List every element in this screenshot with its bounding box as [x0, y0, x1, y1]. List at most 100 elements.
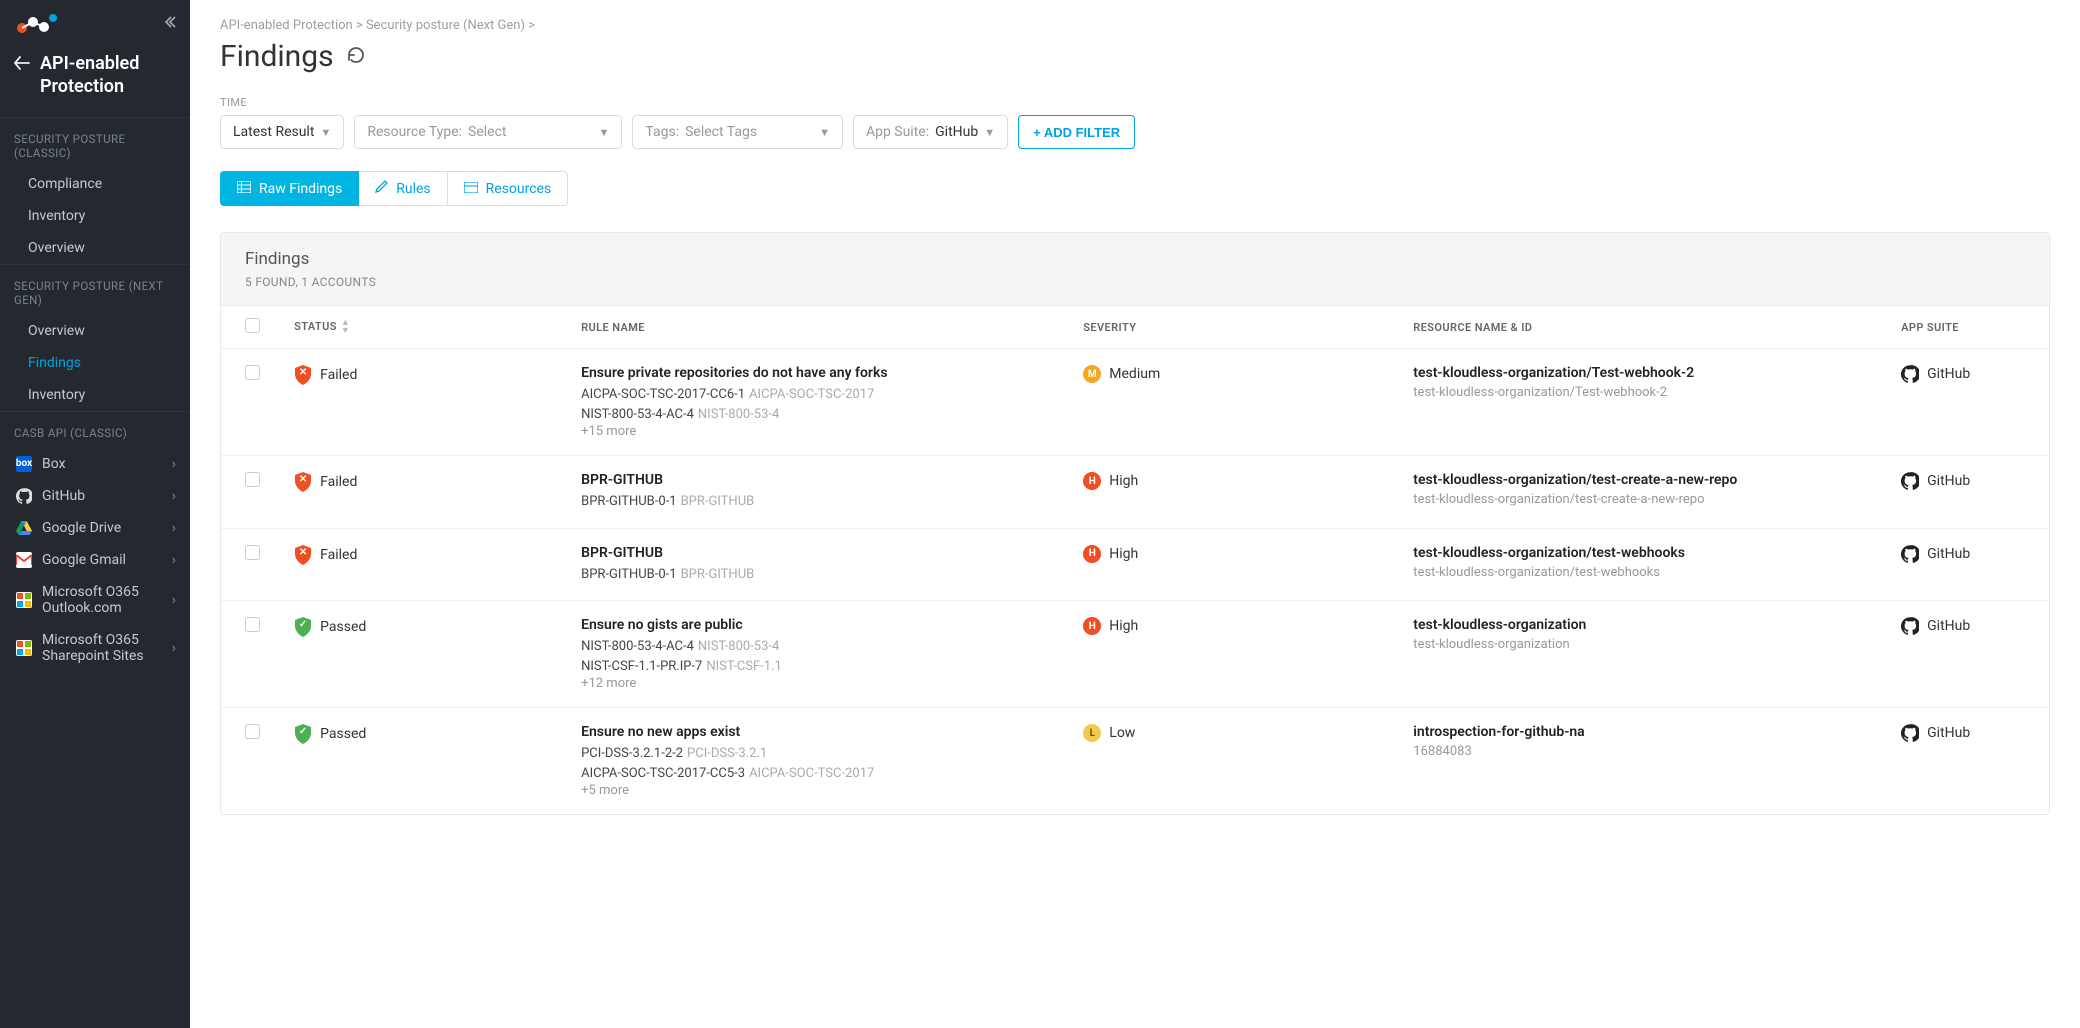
sidebar-item-box[interactable]: boxBox›	[0, 448, 190, 480]
sidebar-section-label: CASB API (CLASSIC)	[0, 411, 190, 448]
table-row[interactable]: ✕FailedBPR-GITHUBBPR-GITHUB-0-1BPR-GITHU…	[221, 528, 2049, 601]
chevron-down-icon: ▼	[599, 126, 610, 139]
table-row[interactable]: ✕FailedEnsure private repositories do no…	[221, 349, 2049, 456]
table-icon	[237, 181, 251, 197]
rule-title: Ensure no gists are public	[581, 617, 1063, 633]
table-row[interactable]: ✓PassedEnsure no gists are publicNIST-80…	[221, 601, 2049, 708]
column-status[interactable]: STATUS▲▼	[284, 306, 571, 349]
sidebar-item-microsoft-o365-outlook-com[interactable]: Microsoft O365 Outlook.com›	[0, 576, 190, 624]
filter-bar: Latest Result ▼ Resource Type: Select ▼ …	[220, 115, 2050, 149]
row-checkbox[interactable]	[245, 724, 260, 739]
sidebar-item-label: GitHub	[42, 488, 172, 504]
tab-rules[interactable]: Rules	[359, 171, 447, 206]
severity-text: High	[1109, 618, 1138, 634]
resource-type-filter[interactable]: Resource Type: Select ▼	[354, 115, 622, 149]
sidebar-item-label: Overview	[28, 323, 176, 339]
row-checkbox[interactable]	[245, 545, 260, 560]
chevron-right-icon: ›	[172, 640, 176, 656]
sidebar-item-compliance[interactable]: Compliance	[0, 168, 190, 200]
sidebar-item-label: Compliance	[28, 176, 176, 192]
sidebar-item-label: Microsoft O365 Sharepoint Sites	[42, 632, 172, 664]
tab-raw-findings[interactable]: Raw Findings	[220, 171, 359, 206]
column-rule[interactable]: RULE NAME	[571, 306, 1073, 349]
tab-resources[interactable]: Resources	[448, 171, 569, 206]
sidebar-item-google-gmail[interactable]: Google Gmail›	[0, 544, 190, 576]
card-icon	[464, 181, 478, 197]
tab-label: Raw Findings	[259, 181, 342, 197]
logo	[14, 12, 58, 36]
github-icon	[1901, 724, 1919, 742]
sidebar-item-overview[interactable]: Overview	[0, 232, 190, 264]
rule-title: Ensure no new apps exist	[581, 724, 1063, 740]
tab-label: Resources	[486, 181, 552, 197]
resource-name: test-kloudless-organization/test-webhook…	[1413, 545, 1881, 561]
severity-badge: M	[1083, 365, 1101, 383]
suite-text: GitHub	[1927, 618, 1970, 634]
sidebar-item-findings[interactable]: Findings	[0, 347, 190, 379]
collapse-sidebar-icon[interactable]	[162, 15, 176, 33]
status-text: Failed	[320, 474, 357, 490]
resource-name: test-kloudless-organization/test-create-…	[1413, 472, 1881, 488]
table-row[interactable]: ✕FailedBPR-GITHUBBPR-GITHUB-0-1BPR-GITHU…	[221, 456, 2049, 529]
back-arrow-icon[interactable]	[14, 52, 30, 74]
column-severity[interactable]: SEVERITY	[1073, 306, 1403, 349]
pencil-icon	[375, 180, 388, 197]
sidebar-title: API-enabled Protection	[40, 52, 176, 99]
sidebar-item-label: Google Gmail	[42, 552, 172, 568]
more-link[interactable]: +5 more	[581, 783, 1063, 798]
more-link[interactable]: +12 more	[581, 676, 1063, 691]
sidebar-item-github[interactable]: GitHub›	[0, 480, 190, 512]
tabs: Raw Findings Rules Resources	[220, 171, 2050, 206]
refresh-icon[interactable]	[346, 45, 366, 69]
filter-value: Select	[468, 124, 506, 140]
filter-label: Resource Type:	[367, 124, 462, 140]
sidebar-item-inventory[interactable]: Inventory	[0, 379, 190, 411]
row-checkbox[interactable]	[245, 472, 260, 487]
severity-badge: H	[1083, 472, 1101, 490]
sidebar-item-google-drive[interactable]: Google Drive›	[0, 512, 190, 544]
main-content: API-enabled Protection > Security postur…	[190, 0, 2080, 1028]
add-filter-button[interactable]: + ADD FILTER	[1018, 115, 1135, 149]
severity-badge: H	[1083, 545, 1101, 563]
sidebar-item-label: Box	[42, 456, 172, 472]
chevron-down-icon: ▼	[984, 126, 995, 139]
severity-badge: H	[1083, 617, 1101, 635]
column-resource[interactable]: RESOURCE NAME & ID	[1403, 306, 1891, 349]
chevron-right-icon: ›	[172, 520, 176, 536]
app-suite-filter[interactable]: App Suite: GitHub ▼	[853, 115, 1008, 149]
tags-filter[interactable]: Tags: Select Tags ▼	[632, 115, 843, 149]
rule-tags: NIST-800-53-4-AC-4NIST-800-53-4NIST-CSF-…	[581, 637, 1063, 676]
sidebar-item-label: Google Drive	[42, 520, 172, 536]
shield-x-icon: ✕	[294, 472, 312, 492]
breadcrumb[interactable]: API-enabled Protection > Security postur…	[220, 18, 2050, 33]
sort-icon: ▲▼	[341, 319, 350, 335]
latest-result-filter[interactable]: Latest Result ▼	[220, 115, 344, 149]
suite-text: GitHub	[1927, 366, 1970, 382]
select-all-checkbox[interactable]	[245, 318, 260, 333]
rule-tags: PCI-DSS-3.2.1-2-2PCI-DSS-3.2.1AICPA-SOC-…	[581, 744, 1063, 783]
severity-badge: L	[1083, 724, 1101, 742]
table-row[interactable]: ✓PassedEnsure no new apps existPCI-DSS-3…	[221, 708, 2049, 815]
chevron-right-icon: ›	[172, 592, 176, 608]
rule-title: Ensure private repositories do not have …	[581, 365, 1063, 381]
panel-subtitle: 5 FOUND, 1 ACCOUNTS	[245, 275, 2025, 289]
sidebar-item-microsoft-o365-sharepoint-sites[interactable]: Microsoft O365 Sharepoint Sites›	[0, 624, 190, 672]
rule-tags: BPR-GITHUB-0-1BPR-GITHUB	[581, 565, 1063, 585]
sidebar-section-label: SECURITY POSTURE (CLASSIC)	[0, 117, 190, 168]
row-checkbox[interactable]	[245, 365, 260, 380]
sidebar-item-overview[interactable]: Overview	[0, 315, 190, 347]
resource-name: test-kloudless-organization/Test-webhook…	[1413, 365, 1881, 381]
sidebar-item-inventory[interactable]: Inventory	[0, 200, 190, 232]
more-link[interactable]: +15 more	[581, 424, 1063, 439]
github-icon	[1901, 545, 1919, 563]
resource-id: test-kloudless-organization/Test-webhook…	[1413, 385, 1881, 400]
column-suite[interactable]: APP SUITE	[1891, 306, 2049, 349]
row-checkbox[interactable]	[245, 617, 260, 632]
status-text: Failed	[320, 367, 357, 383]
github-icon	[1901, 617, 1919, 635]
suite-text: GitHub	[1927, 473, 1970, 489]
status-text: Failed	[320, 547, 357, 563]
github-icon	[1901, 472, 1919, 490]
resource-name: test-kloudless-organization	[1413, 617, 1881, 633]
rule-tags: BPR-GITHUB-0-1BPR-GITHUB	[581, 492, 1063, 512]
